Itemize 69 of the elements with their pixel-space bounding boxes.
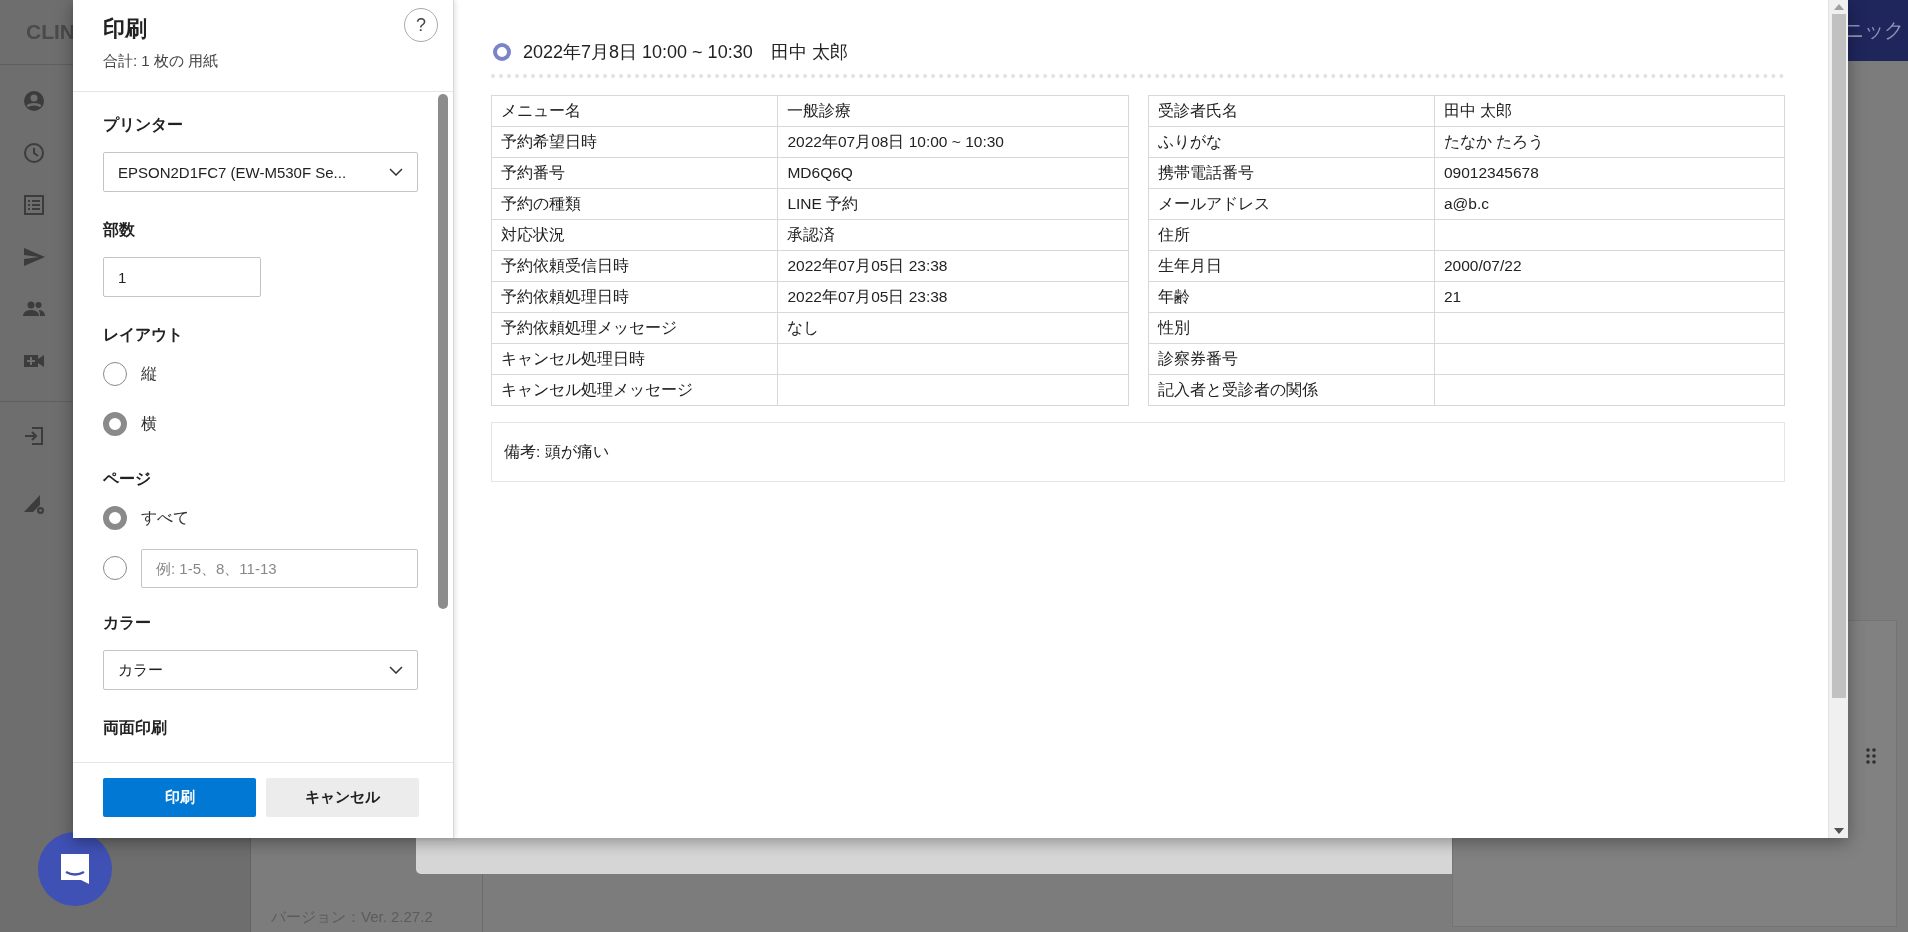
radio-label: 縦: [141, 363, 157, 384]
list-icon[interactable]: [22, 193, 46, 217]
select-field[interactable]: EPSON2D1FC7 (EW-M530F Se...: [103, 152, 418, 192]
field-label-cell: 予約依頼処理日時: [491, 281, 778, 313]
scroll-up-icon[interactable]: [1833, 4, 1844, 10]
section-label: 両面印刷: [103, 718, 168, 738]
field-label-cell: 予約依頼処理メッセージ: [491, 312, 778, 344]
field-label-cell: 携帯電話番号: [1148, 157, 1435, 189]
field-value-cell: 2022年07月08日 10:00 ~ 10:30: [777, 126, 1128, 158]
field-label-cell: 予約番号: [491, 157, 778, 189]
radio-button[interactable]: [103, 506, 127, 530]
field-value-cell: 2022年07月05日 23:38: [777, 281, 1128, 313]
field-value-cell: なし: [777, 312, 1128, 344]
section-label: カラー: [103, 613, 152, 633]
login-icon[interactable]: [22, 424, 46, 448]
field-value-cell: 2000/07/22: [1434, 250, 1785, 282]
field-label-cell: 診察券番号: [1148, 343, 1435, 375]
section-label: ページ: [103, 469, 152, 489]
user-icon[interactable]: [22, 89, 46, 113]
field-label-cell: メニュー名: [491, 95, 778, 127]
radio-button[interactable]: [103, 556, 127, 580]
scroll-down-icon[interactable]: [1833, 828, 1844, 834]
chevron-icon: [389, 666, 403, 674]
send-icon[interactable]: [22, 245, 46, 269]
radio-label: すべて: [141, 507, 189, 528]
field-label-cell: ふりがな: [1148, 126, 1435, 158]
field-label-cell: 受診者氏名: [1148, 95, 1435, 127]
drag-handle-icon[interactable]: [1866, 748, 1876, 764]
section-label: 部数: [103, 220, 136, 240]
copies-field[interactable]: 1: [103, 257, 261, 297]
status-ring-icon: [493, 43, 511, 61]
field-value-cell: 一般診療: [777, 95, 1128, 127]
page-range-field[interactable]: 例: 1-5、8、11-13: [141, 548, 418, 588]
select-field[interactable]: カラー: [103, 650, 418, 690]
field-label-cell: 性別: [1148, 312, 1435, 344]
clock-icon[interactable]: [22, 141, 46, 165]
patient-name: 田中 太郎: [770, 41, 848, 64]
field-value-cell: LINE 予約: [777, 188, 1128, 220]
section-label: プリンター: [103, 115, 184, 135]
field-label-cell: 住所: [1148, 219, 1435, 251]
dialog-title: 印刷: [103, 15, 147, 43]
cancel-button[interactable]: キャンセル: [266, 778, 419, 817]
field-value-cell: 09012345678: [1434, 157, 1785, 189]
field-label-cell: キャンセル処理日時: [491, 343, 778, 375]
radio-button[interactable]: [103, 362, 127, 386]
field-label-cell: キャンセル処理メッセージ: [491, 374, 778, 406]
field-value-cell: たなか たろう: [1434, 126, 1785, 158]
help-button[interactable]: ?: [404, 8, 438, 42]
field-value-cell: 承認済: [777, 219, 1128, 251]
chevron-icon: [389, 168, 403, 176]
print-button[interactable]: 印刷: [103, 778, 256, 817]
field-value-cell: a@b.c: [1434, 188, 1785, 220]
field-value-cell: 2022年07月05日 23:38: [777, 250, 1128, 282]
field-label-cell: 記入者と受診者の関係: [1148, 374, 1435, 406]
field-label-cell: 予約の種類: [491, 188, 778, 220]
field-value-cell: 21: [1434, 281, 1785, 313]
appointment-time: 2022年7月8日 10:00 ~ 10:30: [523, 41, 753, 64]
field-value-cell: MD6Q6Q: [777, 157, 1128, 189]
field-value-cell: 田中 太郎: [1434, 95, 1785, 127]
field-label-cell: メールアドレス: [1148, 188, 1435, 220]
field-label-cell: 予約希望日時: [491, 126, 778, 158]
field-label-cell: 生年月日: [1148, 250, 1435, 282]
radio-button[interactable]: [103, 412, 127, 436]
section-label: レイアウト: [103, 325, 184, 345]
field-label-cell: 対応状況: [491, 219, 778, 251]
field-label-cell: 予約依頼受信日時: [491, 250, 778, 282]
field-label-cell: 年齢: [1148, 281, 1435, 313]
remarks-text: 備考: 頭が痛い: [504, 441, 609, 462]
radio-label: 横: [141, 413, 157, 434]
